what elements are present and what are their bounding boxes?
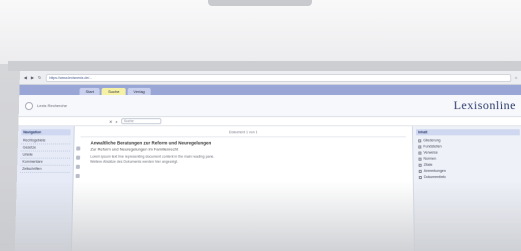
document-pane: Dokument 1 von 1 Anwaltliche Beratungen … bbox=[71, 126, 415, 251]
checkbox-icon[interactable] bbox=[418, 157, 422, 161]
rightnav-title: Inhalt bbox=[415, 129, 520, 136]
search-input[interactable]: Suche bbox=[120, 118, 162, 125]
tab-bar: Start Suche Verlag bbox=[19, 84, 521, 96]
leftnav-title: Navigation bbox=[21, 129, 71, 136]
header-left-text: Lexis Recherche bbox=[36, 103, 68, 109]
checkbox-icon[interactable] bbox=[418, 163, 422, 167]
reload-icon[interactable]: ↻ bbox=[38, 75, 41, 80]
rightnav-item-label: Fundstellen bbox=[423, 144, 442, 149]
document-paragraph: Weitere Absätze des Dokuments werden hie… bbox=[90, 159, 179, 164]
search-icon[interactable]: ⌕ bbox=[115, 119, 117, 124]
rightnav-item-label: Anmerkungen bbox=[423, 168, 446, 173]
right-navigation: Inhalt Gliederung Fundstellen Verweise N… bbox=[411, 126, 521, 251]
left-navigation: Navigation Rechtsgebiete Gesetze Urteile… bbox=[14, 126, 75, 251]
browser-toolbar: ◀ ▶ ↻ https://www.lexisnexis.de/... ⌂ bbox=[19, 71, 521, 85]
monitor-stand bbox=[208, 0, 312, 6]
document-subtitle: Zur Reform und Neuregelungen im Familien… bbox=[90, 146, 179, 152]
leftnav-item[interactable]: Kommentare bbox=[20, 158, 70, 166]
rightnav-item[interactable]: Dokumentinfo bbox=[417, 174, 521, 180]
address-bar[interactable]: https://www.lexisnexis.de/... bbox=[45, 73, 511, 82]
leftnav-item[interactable]: Zeitschriften bbox=[20, 165, 70, 173]
monitor-top bbox=[0, 0, 521, 64]
rightnav-item-label: Gliederung bbox=[423, 138, 441, 143]
checkbox-icon[interactable] bbox=[418, 175, 422, 179]
checkbox-icon[interactable] bbox=[418, 144, 422, 148]
rightnav-item-label: Dokumentinfo bbox=[423, 174, 446, 180]
leftnav-item[interactable]: Rechtsgebiete bbox=[20, 137, 71, 145]
back-icon[interactable]: ◀ bbox=[24, 75, 27, 80]
checkbox-icon[interactable] bbox=[418, 151, 422, 155]
rightnav-item-label: Normen bbox=[423, 156, 437, 161]
scene: ◀ ▶ ↻ https://www.lexisnexis.de/... ⌂ St… bbox=[0, 0, 521, 251]
search-row: ✕ ⌕ Suche bbox=[18, 117, 521, 127]
document-tools bbox=[75, 146, 81, 179]
home-icon[interactable]: ⌂ bbox=[515, 75, 518, 80]
screen: ◀ ▶ ↻ https://www.lexisnexis.de/... ⌂ St… bbox=[14, 71, 521, 251]
tab-suche[interactable]: Suche bbox=[101, 87, 126, 96]
rightnav-item-label: Zitate bbox=[423, 162, 433, 167]
save-icon[interactable] bbox=[76, 155, 81, 160]
close-icon[interactable]: ✕ bbox=[109, 119, 112, 124]
checkbox-icon[interactable] bbox=[418, 138, 422, 142]
print-icon[interactable] bbox=[76, 146, 81, 151]
tab-start[interactable]: Start bbox=[79, 87, 101, 96]
back-circle-icon[interactable] bbox=[24, 101, 34, 110]
checkbox-icon[interactable] bbox=[418, 169, 422, 173]
bookmark-icon[interactable] bbox=[75, 173, 80, 179]
document-title: Anwaltliche Beratungen zur Reform und Ne… bbox=[90, 140, 212, 146]
document-counter: Dokument 1 von 1 bbox=[80, 130, 407, 138]
mail-icon[interactable] bbox=[75, 164, 80, 169]
leftnav-item[interactable]: Gesetze bbox=[20, 144, 71, 152]
monitor-bezel bbox=[8, 61, 521, 71]
brand-logo: Lexisonline bbox=[453, 98, 517, 113]
header-left: Lexis Recherche bbox=[24, 101, 68, 110]
leftnav-item[interactable]: Urteile bbox=[20, 151, 71, 159]
content-area: Navigation Rechtsgebiete Gesetze Urteile… bbox=[14, 126, 521, 251]
rightnav-item-label: Verweise bbox=[423, 150, 438, 155]
forward-icon[interactable]: ▶ bbox=[31, 75, 34, 80]
tab-verlag[interactable]: Verlag bbox=[127, 87, 151, 96]
app-header: Lexis Recherche Lexisonline bbox=[18, 95, 521, 118]
